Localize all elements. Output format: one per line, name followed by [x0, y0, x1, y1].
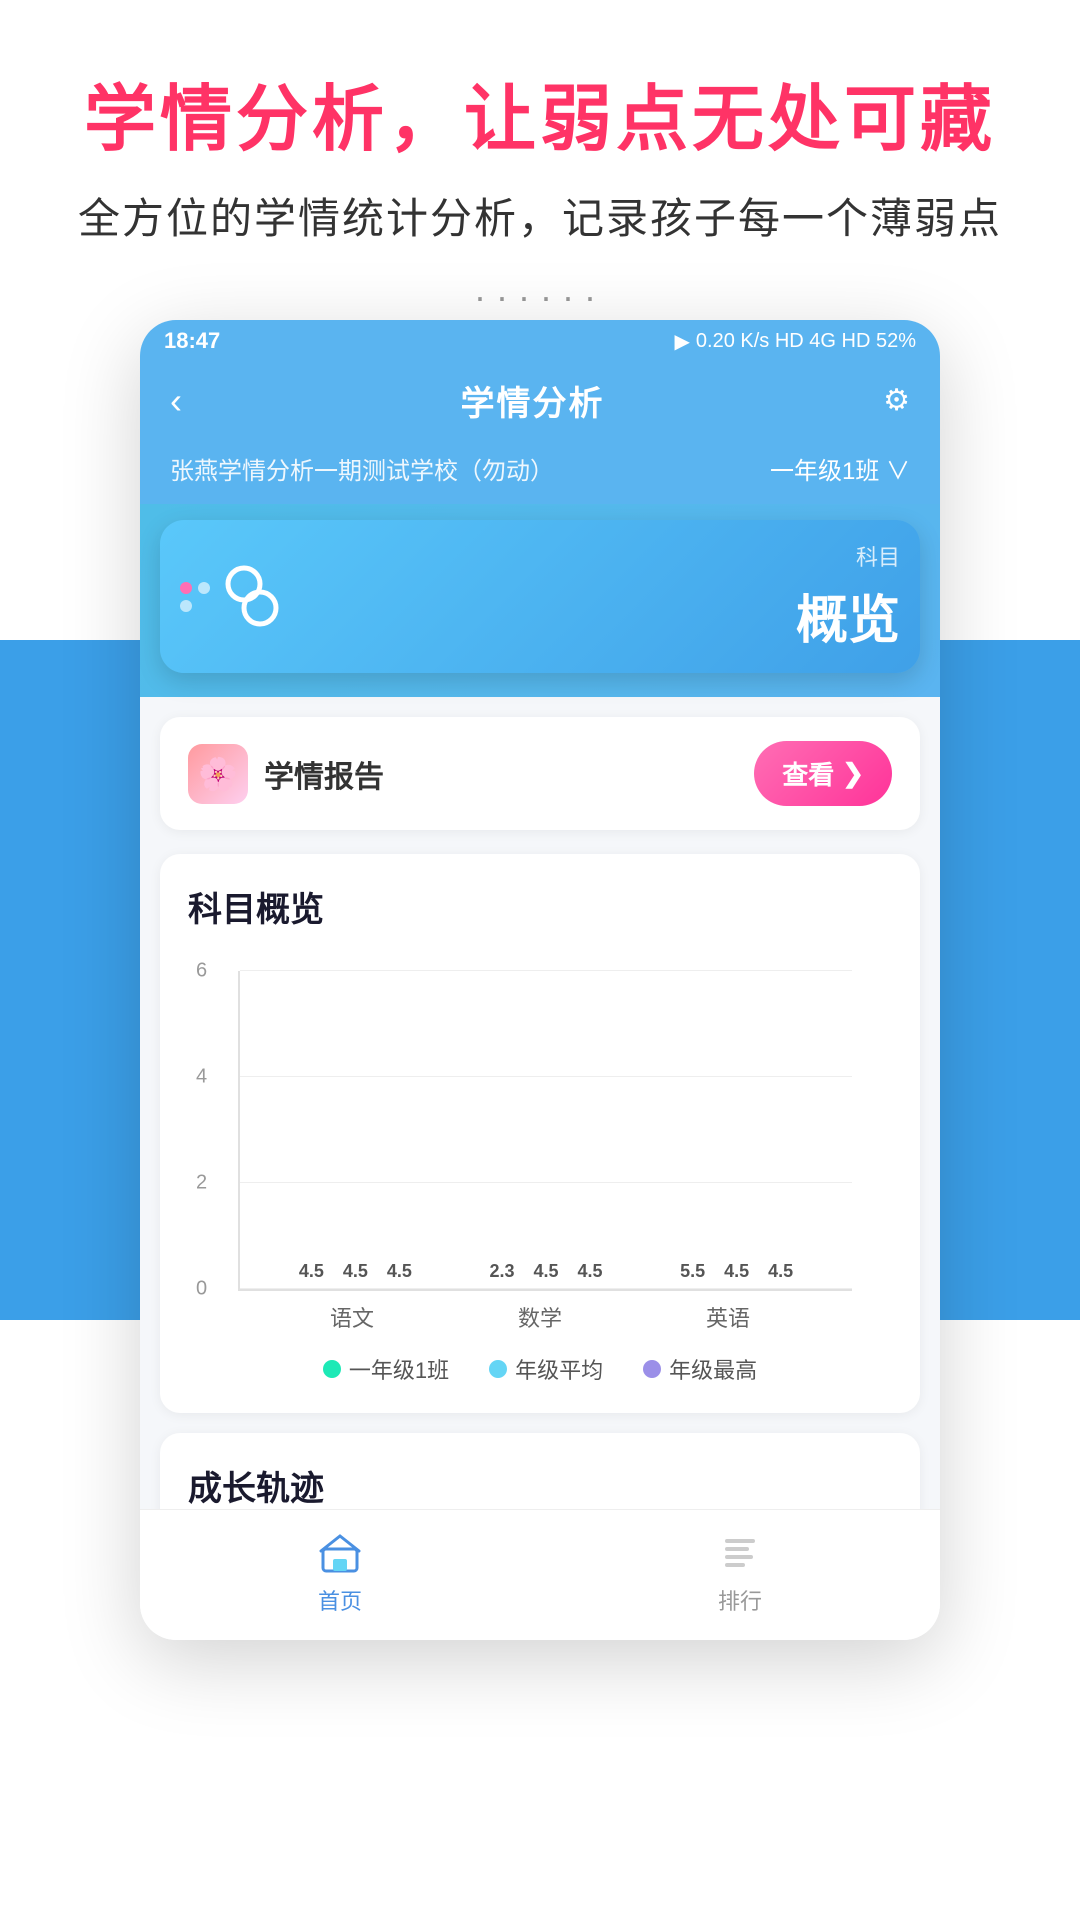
subject-big-label: 概览	[796, 578, 900, 653]
y-label-4: 4	[196, 1066, 207, 1089]
subject-overview-chart: 科目概览 6 4 2 0	[160, 854, 920, 1413]
status-signal: 0.20 K/s HD 4G HD 52%	[696, 330, 916, 353]
flower-icon: 🌸	[198, 755, 238, 793]
growth-title: 成长轨迹	[188, 1461, 892, 1510]
dots-decoration: ······	[40, 276, 1040, 318]
legend-dot-purple	[643, 1360, 661, 1378]
legend-avg: 年级平均	[489, 1353, 603, 1385]
blue-bg-right	[920, 640, 1080, 1320]
y-label-6: 6	[196, 960, 207, 983]
legend-avg-label: 年级平均	[515, 1353, 603, 1385]
nav-title: 学情分析	[461, 376, 605, 425]
dot-blue-1	[198, 582, 210, 594]
chain-icon	[222, 562, 282, 632]
content-area: 🌸 学情报告 查看 ❯ 科目概览 6 4	[140, 697, 940, 1640]
chart-grid: 6 4 2 0	[238, 971, 852, 1291]
legend-class: 一年级1班	[323, 1353, 449, 1385]
report-card: 🌸 学情报告 查看 ❯	[160, 717, 920, 830]
home-icon	[314, 1526, 366, 1578]
dot-pink	[180, 582, 192, 594]
view-label: 查看	[782, 755, 834, 792]
report-title: 学情报告	[264, 752, 384, 796]
legend-max-label: 年级最高	[669, 1353, 757, 1385]
dot-blue-2	[180, 600, 192, 612]
x-label-yuwen: 语文	[258, 1301, 446, 1333]
status-icons: ▶ 0.20 K/s HD 4G HD 52%	[675, 329, 916, 354]
nav-bar: ‹ 学情分析 ⚙	[140, 362, 940, 439]
y-label-2: 2	[196, 1172, 207, 1195]
nav-item-rank[interactable]: 排行	[714, 1526, 766, 1616]
nav-rank-label: 排行	[718, 1584, 762, 1616]
x-labels: 语文 数学 英语	[238, 1301, 842, 1333]
chart-title: 科目概览	[188, 882, 892, 931]
legend-dot-sky	[489, 1360, 507, 1378]
class-selector[interactable]: 一年级1班 ∨	[770, 451, 910, 486]
view-report-button[interactable]: 查看 ❯	[754, 741, 892, 806]
phone-mockup: 18:47 ▶ 0.20 K/s HD 4G HD 52% ‹ 学情分析 ⚙ 张…	[140, 320, 940, 1640]
subject-small-label: 科目	[796, 540, 900, 572]
settings-icon[interactable]: ⚙	[883, 383, 910, 418]
subject-icon-group	[180, 562, 282, 632]
subject-overview-tab[interactable]: 科目 概览	[160, 520, 920, 673]
legend-dot-green	[323, 1360, 341, 1378]
nav-home-label: 首页	[318, 1584, 362, 1616]
blue-bg-left	[0, 640, 160, 1320]
x-label-shuxue: 数学	[446, 1301, 634, 1333]
subject-label: 科目 概览	[796, 540, 900, 653]
rank-icon	[714, 1526, 766, 1578]
page-subtitle: 全方位的学情统计分析，记录孩子每一个薄弱点	[40, 185, 1040, 246]
subject-tab-area: 科目 概览	[140, 504, 940, 697]
school-name: 张燕学情分析一期测试学校（勿动）	[170, 451, 554, 486]
x-label-yingyu: 英语	[634, 1301, 822, 1333]
page-title: 学情分析，让弱点无处可藏	[40, 60, 1040, 165]
nav-item-home[interactable]: 首页	[314, 1526, 366, 1616]
back-button[interactable]: ‹	[170, 380, 182, 422]
status-time: 18:47	[164, 328, 220, 354]
legend-max: 年级最高	[643, 1353, 757, 1385]
report-icon: 🌸	[188, 744, 248, 804]
page-header: 学情分析，让弱点无处可藏 全方位的学情统计分析，记录孩子每一个薄弱点 ·····…	[0, 0, 1080, 368]
bars-container: 4.5 4.5 4.5 2.3	[240, 971, 852, 1289]
bottom-nav: 首页 排行	[140, 1509, 940, 1640]
school-bar: 张燕学情分析一期测试学校（勿动） 一年级1班 ∨	[140, 439, 940, 504]
y-label-0: 0	[196, 1278, 207, 1301]
arrow-icon: ❯	[842, 758, 864, 789]
legend-class-label: 一年级1班	[349, 1353, 449, 1385]
dots-icon	[180, 582, 210, 612]
report-left: 🌸 学情报告	[188, 744, 384, 804]
chart-legend: 一年级1班 年级平均 年级最高	[188, 1353, 892, 1385]
status-bar: 18:47 ▶ 0.20 K/s HD 4G HD 52%	[140, 320, 940, 362]
status-network: ▶	[675, 329, 690, 354]
bar-chart: 6 4 2 0	[188, 951, 892, 1385]
